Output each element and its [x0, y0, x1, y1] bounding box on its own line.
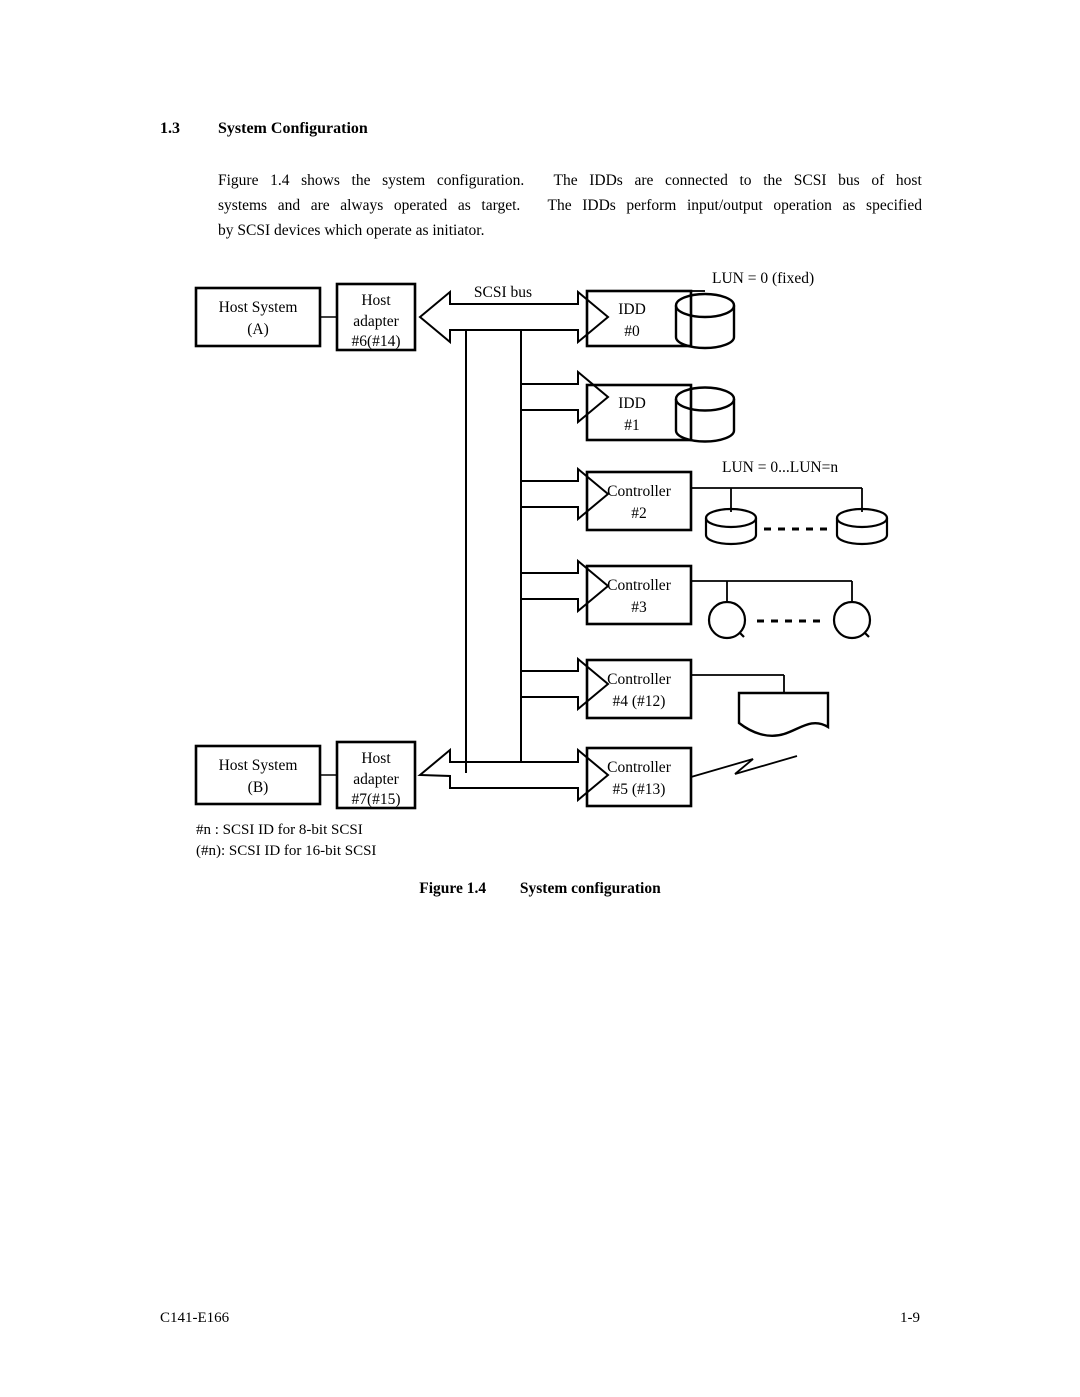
scsi-branch-controller-4	[520, 656, 610, 712]
scsi-id-legend: #n : SCSI ID for 8-bit SCSI (#n): SCSI I…	[196, 820, 376, 862]
body-paragraph: Figure 1.4 shows the system configuration. The…	[218, 168, 922, 243]
controller-3-peripheral-bus	[691, 580, 853, 602]
document-page: 1.3 System Configuration Figure 1.4 shows t…	[0, 0, 1080, 1397]
word: to	[739, 172, 752, 189]
adapter-b-label-line1: Host	[361, 750, 391, 767]
figure-caption-title: System configuration	[519, 880, 661, 897]
word: IDDs	[589, 172, 623, 189]
scsi-branch-controller-3	[520, 558, 610, 614]
word: always	[340, 197, 384, 214]
word: The	[553, 172, 578, 189]
word: configuration.	[436, 172, 525, 189]
word: IDDs	[582, 197, 616, 214]
figure-caption-number: Figure 1.4	[419, 880, 487, 897]
diagram-svg: Host System (A) Host adapter #6(#14) Hos…	[194, 270, 889, 810]
paragraph-line-1: Figure 1.4 shows the system configuration. The…	[218, 168, 922, 193]
legend-line-1: #n : SCSI ID for 8-bit SCSI	[196, 822, 363, 838]
word: as	[842, 197, 856, 214]
footer-page-number: 1-9	[900, 1310, 920, 1326]
word: the	[351, 172, 371, 189]
word: input/output	[686, 197, 763, 214]
word: the	[763, 172, 783, 189]
controller-2-peripheral-bus	[691, 487, 863, 512]
section-title: System Configuration	[218, 120, 368, 137]
lun-fixed-annotation: LUN = 0 (fixed)	[712, 270, 814, 287]
legend-line-2: (#n): SCSI ID for 16-bit SCSI	[196, 843, 377, 859]
word: as	[457, 197, 471, 214]
idd-1-label-line2: #1	[624, 417, 640, 434]
figure-caption: Figure 1.4 System configuration	[0, 880, 1080, 898]
adapter-b-label-line3: #7(#15)	[351, 791, 400, 808]
word: operated	[393, 197, 448, 214]
adapter-b-label-line2: adapter	[353, 771, 399, 788]
scsi-branch-idd-1	[520, 369, 610, 425]
scsi-bus-bottom-arrow	[417, 747, 610, 803]
adapter-a-label-line3: #6(#14)	[351, 333, 400, 350]
controller-5-label-line1: Controller	[607, 759, 672, 776]
controller-3-tape-circle-1	[707, 600, 747, 640]
idd-0-label-line2: #0	[624, 323, 640, 340]
controller-4-peripheral-link	[691, 674, 785, 693]
word: bus	[838, 172, 860, 189]
word: Figure	[218, 172, 259, 189]
word: perform	[626, 197, 677, 214]
controller-4-label-line1: Controller	[607, 671, 672, 688]
controller-2-label-line1: Controller	[607, 483, 672, 500]
word: are	[634, 172, 654, 189]
controller-3-label-line1: Controller	[607, 577, 672, 594]
word: shows	[301, 172, 340, 189]
footer-document-id: C141-E166	[160, 1310, 230, 1326]
controller-3-tape-circle-2	[832, 600, 872, 640]
host-a-label-line1: Host System	[219, 299, 298, 316]
host-a-label-line2: (A)	[247, 321, 269, 338]
word: operation	[773, 197, 832, 214]
host-b-label-line1: Host System	[219, 757, 298, 774]
idd-0-label-line1: IDD	[618, 301, 646, 318]
controller-3-label-line2: #3	[631, 599, 647, 616]
section-number: 1.3	[160, 120, 180, 137]
controller-4-label-line2: #4 (#12)	[613, 693, 666, 710]
scsi-branch-controller-2	[520, 466, 610, 522]
word: systems	[218, 197, 268, 214]
word	[531, 193, 537, 218]
controller-5-label-line2: #5 (#13)	[613, 781, 666, 798]
controller-2-flat-disk-1	[704, 507, 758, 546]
adapter-a-label-line1: Host	[361, 292, 391, 309]
word	[536, 168, 542, 193]
controller-2-flat-disk-2	[835, 507, 889, 546]
word: 1.4	[270, 172, 290, 189]
system-configuration-figure: Host System (A) Host adapter #6(#14) Hos…	[0, 250, 1080, 890]
idd-1-disk-cylinder	[674, 386, 736, 443]
word: system	[382, 172, 426, 189]
word: The	[547, 197, 572, 214]
word: specified	[866, 197, 922, 214]
paragraph-line-2: systems and are always operated as target. The I…	[218, 193, 922, 218]
controller-4-document-shape	[737, 691, 830, 737]
paragraph-line-3: by SCSI devices which operate as initiat…	[218, 222, 485, 239]
scsi-bus-label: SCSI bus	[474, 284, 532, 301]
controller-5-break-zigzag	[690, 755, 798, 778]
word: SCSI	[793, 172, 827, 189]
word: of	[871, 172, 885, 189]
word: are	[310, 197, 330, 214]
word: host	[895, 172, 922, 189]
word: and	[277, 197, 301, 214]
host-b-label-line2: (B)	[248, 779, 269, 796]
idd-1-label-line1: IDD	[618, 395, 646, 412]
controller-2-label-line2: #2	[631, 505, 647, 522]
adapter-a-label-line2: adapter	[353, 313, 399, 330]
word: connected	[665, 172, 728, 189]
lun-range-annotation: LUN = 0...LUN=n	[722, 459, 838, 476]
idd-0-disk-cylinder	[674, 292, 736, 350]
word: target.	[481, 197, 521, 214]
